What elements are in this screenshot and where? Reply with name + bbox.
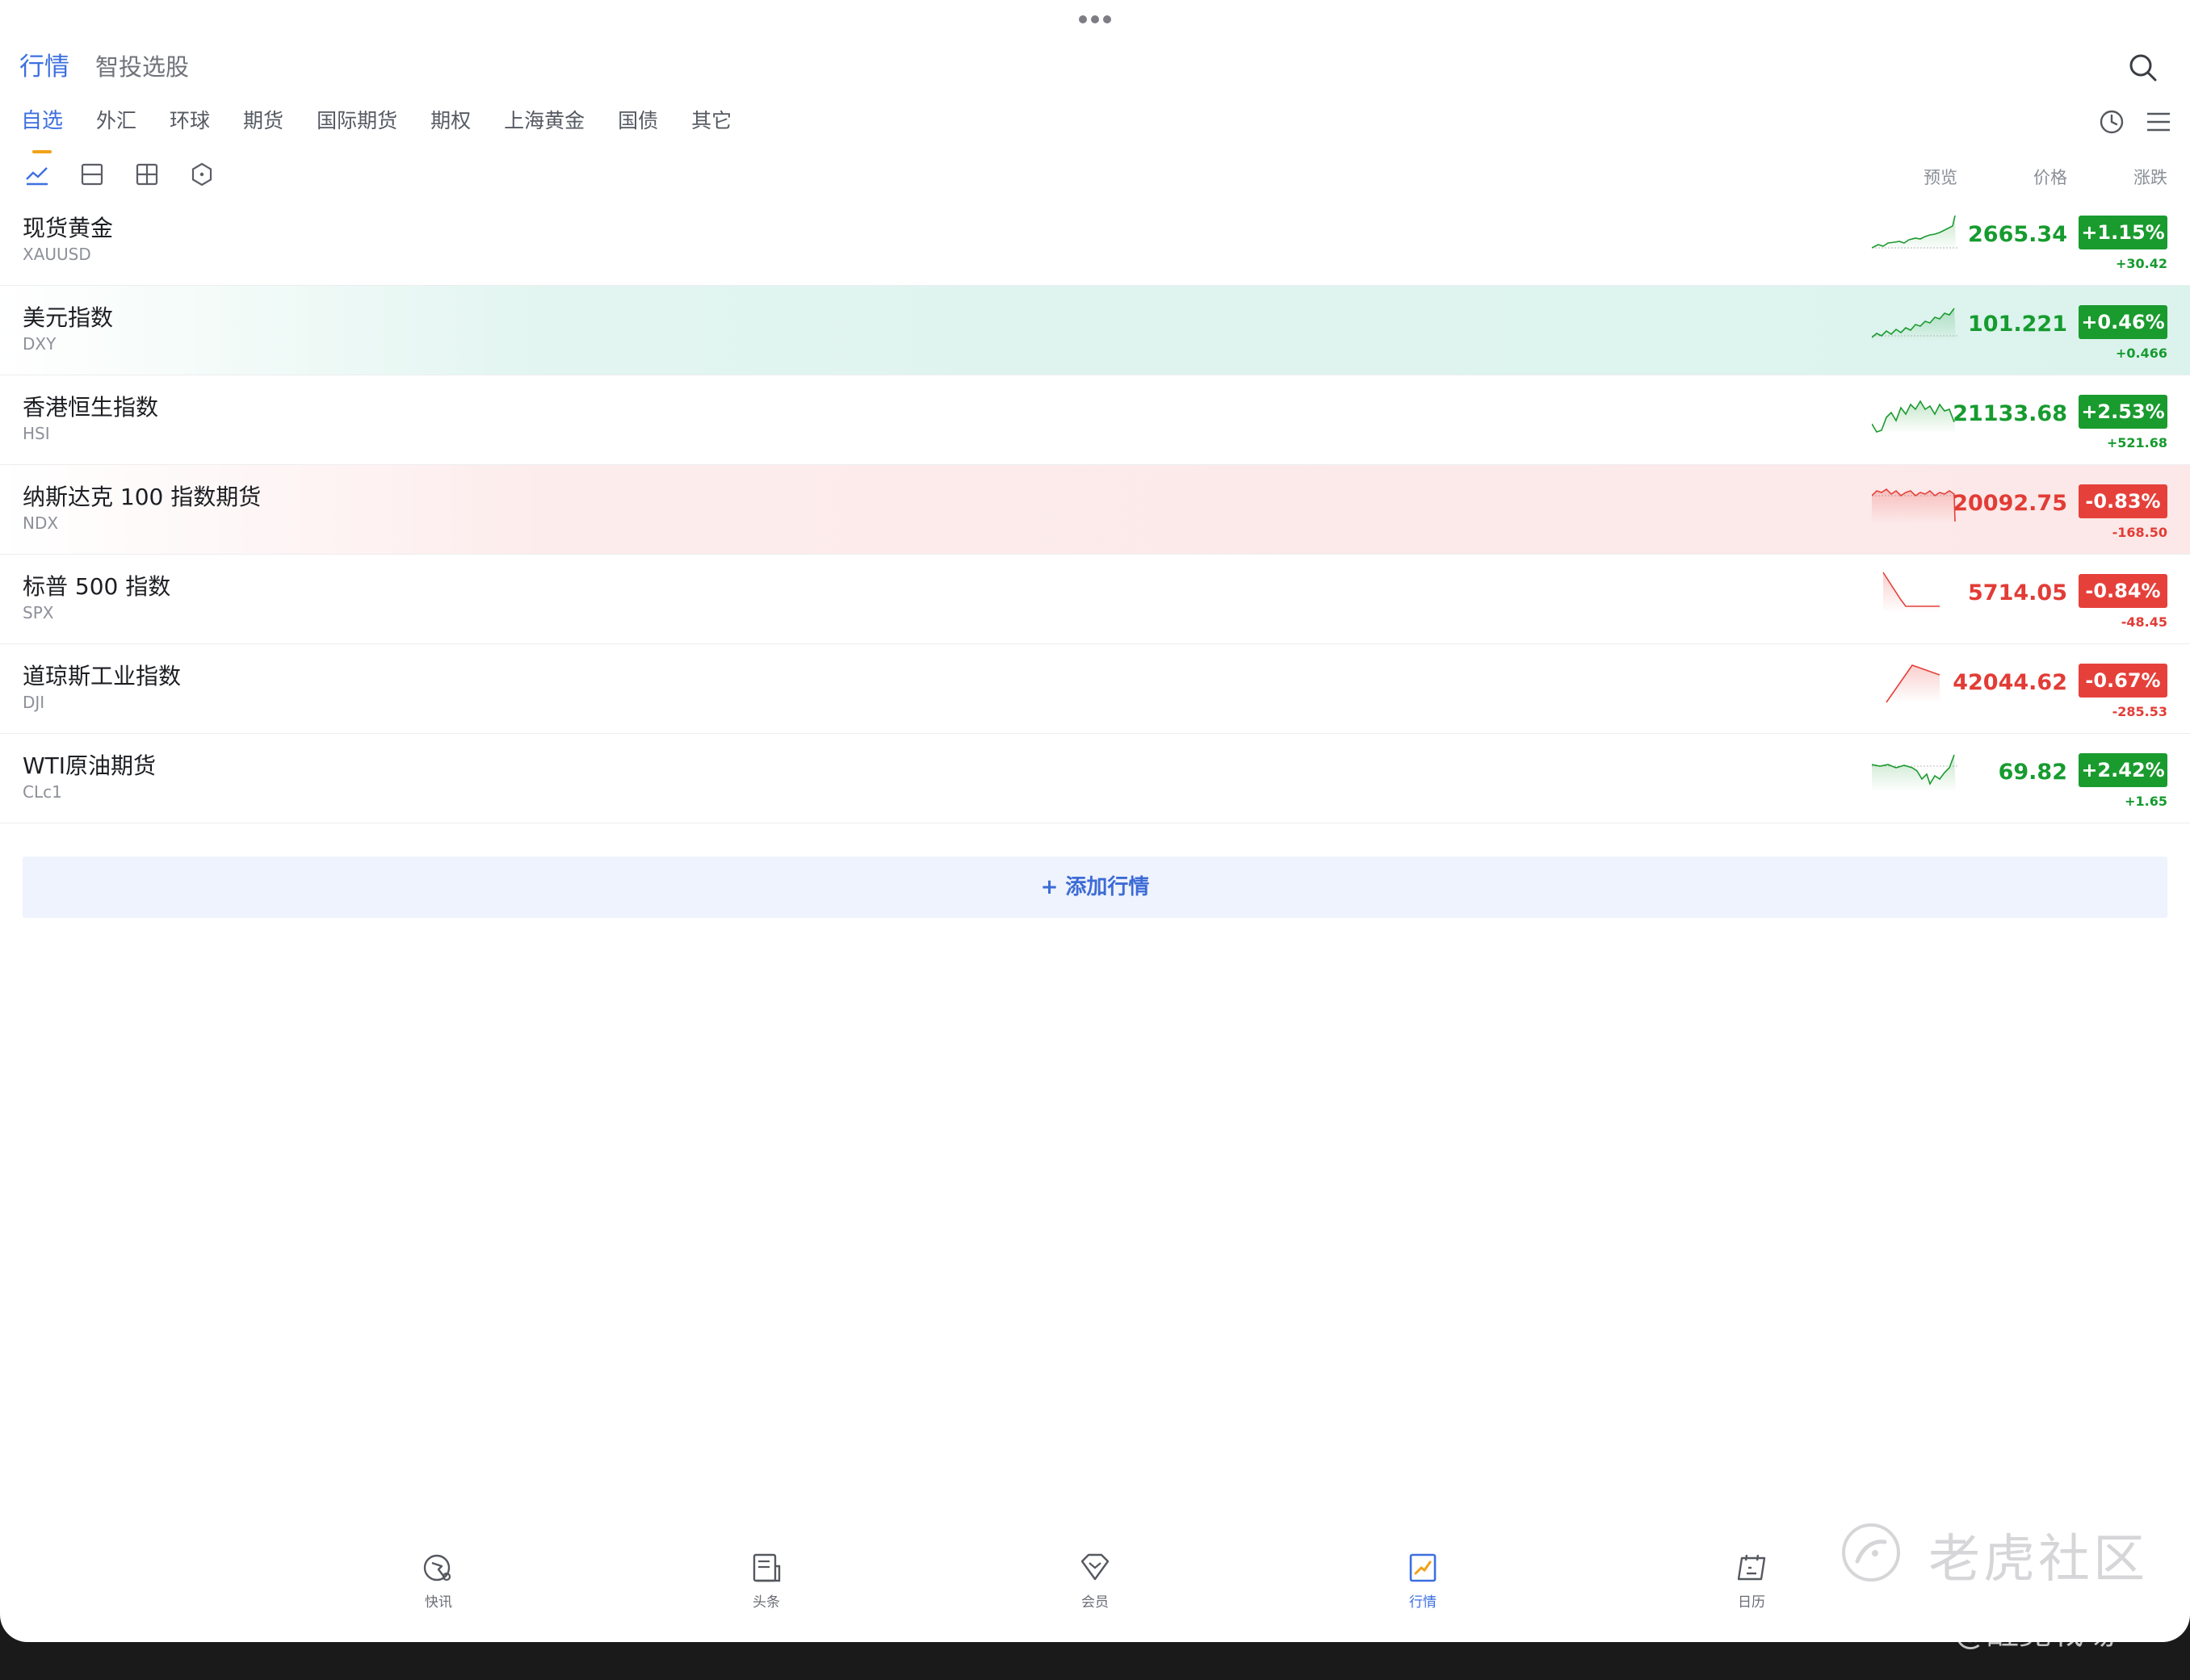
change-amount: +1.65 bbox=[2125, 794, 2167, 809]
instrument-code: XAUUSD bbox=[23, 245, 91, 264]
instrument-code: NDX bbox=[23, 513, 59, 533]
quote-row-dji[interactable]: 道琼斯工业指数 DJI 42044.62 -0.67% -285.53 bbox=[0, 644, 2190, 734]
column-change[interactable]: 涨跌 bbox=[2133, 165, 2167, 189]
instrument-code: HSI bbox=[23, 424, 50, 443]
instrument-name: 现货黄金 bbox=[23, 215, 114, 241]
nav-label: 日历 bbox=[1738, 1594, 1765, 1611]
instrument-name: 美元指数 bbox=[23, 304, 114, 331]
line-chart-view-icon[interactable] bbox=[24, 161, 50, 187]
tab-others[interactable]: 其它 bbox=[691, 107, 732, 144]
tab-intl-futures[interactable]: 国际期货 bbox=[317, 107, 397, 144]
view-mode-switcher bbox=[24, 161, 244, 187]
tab-options[interactable]: 期权 bbox=[430, 107, 471, 144]
sparkline-chart bbox=[1872, 308, 1957, 341]
instrument-code: DJI bbox=[23, 693, 45, 712]
quote-row-dxy[interactable]: 美元指数 DXY 101.221 +0.46% +0.466 bbox=[0, 286, 2190, 375]
price-value: 42044.62 bbox=[1953, 670, 2067, 695]
instrument-code: SPX bbox=[23, 603, 54, 622]
clock-icon[interactable] bbox=[2098, 108, 2125, 136]
sparkline-chart bbox=[1872, 400, 1956, 434]
quote-row-hsi[interactable]: 香港恒生指数 HSI 21133.68 +2.53% +521.68 bbox=[0, 375, 2190, 465]
instrument-code: DXY bbox=[23, 334, 57, 354]
change-amount: +30.42 bbox=[2115, 256, 2167, 271]
list-view-icon[interactable] bbox=[79, 161, 105, 187]
sparkline-chart bbox=[1872, 215, 1957, 251]
instrument-name: WTI原油期货 bbox=[23, 752, 157, 779]
change-percent-badge[interactable]: +1.15% bbox=[2079, 216, 2167, 249]
change-percent-badge[interactable]: +2.53% bbox=[2079, 395, 2167, 429]
search-icon[interactable] bbox=[2127, 52, 2159, 84]
tab-watchlist[interactable]: 自选 bbox=[21, 107, 63, 153]
hexagon-view-icon[interactable] bbox=[189, 161, 215, 187]
nav-label: 快讯 bbox=[425, 1594, 452, 1611]
tab-global[interactable]: 环球 bbox=[170, 107, 210, 144]
change-amount: -48.45 bbox=[2121, 614, 2167, 630]
change-percent-badge[interactable]: +2.42% bbox=[2079, 753, 2167, 787]
nav-headlines[interactable]: 头条 bbox=[718, 1550, 815, 1611]
market-chart-icon bbox=[1409, 1553, 1437, 1582]
instrument-name: 道琼斯工业指数 bbox=[23, 663, 182, 689]
price-value: 69.82 bbox=[1998, 760, 2067, 785]
nav-label: 行情 bbox=[1409, 1594, 1437, 1611]
price-value: 101.221 bbox=[1968, 312, 2067, 337]
column-preview: 预览 bbox=[1924, 168, 1957, 187]
tiger-logo-icon bbox=[1842, 1523, 1900, 1582]
sparkline-chart bbox=[1886, 664, 1940, 703]
menu-icon[interactable] bbox=[2145, 110, 2172, 134]
column-price[interactable]: 价格 bbox=[2033, 165, 2067, 189]
nav-calendar[interactable]: 日历 bbox=[1703, 1550, 1800, 1611]
nav-market[interactable]: 行情 bbox=[1374, 1550, 1471, 1611]
change-percent-badge[interactable]: -0.83% bbox=[2079, 484, 2167, 518]
quote-row-clc1[interactable]: WTI原油期货 CLc1 69.82 +2.42% +1.65 bbox=[0, 734, 2190, 823]
change-amount: +521.68 bbox=[2106, 435, 2167, 450]
grid-view-icon[interactable] bbox=[134, 161, 160, 187]
nav-label: 会员 bbox=[1081, 1594, 1109, 1611]
instrument-name: 香港恒生指数 bbox=[23, 394, 159, 421]
change-amount: -285.53 bbox=[2112, 704, 2167, 719]
price-value: 20092.75 bbox=[1953, 491, 2067, 516]
main-tabs: 行情 智投选股 bbox=[19, 47, 215, 84]
change-percent-badge[interactable]: -0.67% bbox=[2079, 664, 2167, 698]
add-quote-button[interactable]: + 添加行情 bbox=[23, 857, 2167, 918]
change-amount: +0.466 bbox=[2115, 346, 2167, 361]
tab-bonds[interactable]: 国债 bbox=[618, 107, 658, 144]
diamond-icon bbox=[1080, 1553, 1110, 1581]
change-percent-badge[interactable]: -0.84% bbox=[2079, 574, 2167, 608]
calendar-icon bbox=[1737, 1554, 1766, 1581]
tab-shanghai-gold[interactable]: 上海黄金 bbox=[504, 107, 585, 144]
price-value: 21133.68 bbox=[1953, 401, 2067, 426]
sparkline-chart bbox=[1872, 754, 1957, 792]
window-grabber[interactable] bbox=[1079, 13, 1111, 26]
app-window: 行情 智投选股 自选 外汇 环球 期货 国际期货 期权 上海黄金 国债 其它 预… bbox=[0, 0, 2190, 1642]
tab-futures[interactable]: 期货 bbox=[243, 107, 283, 144]
tab-market[interactable]: 行情 bbox=[19, 50, 69, 84]
instrument-name: 标普 500 指数 bbox=[23, 573, 171, 600]
change-amount: -168.50 bbox=[2112, 525, 2167, 540]
price-value: 2665.34 bbox=[1968, 222, 2067, 247]
tab-forex[interactable]: 外汇 bbox=[96, 107, 136, 144]
sparkline-chart bbox=[1882, 572, 1940, 613]
quote-row-xauusd[interactable]: 现货黄金 XAUUSD 2665.34 +1.15% +30.42 bbox=[0, 196, 2190, 286]
price-value: 5714.05 bbox=[1968, 580, 2067, 605]
nav-flash-news[interactable]: 快讯 bbox=[390, 1550, 487, 1611]
sparkline-chart bbox=[1872, 488, 1957, 523]
quote-row-ndx[interactable]: 纳斯达克 100 指数期货 NDX 20092.75 -0.83% -168.5… bbox=[0, 465, 2190, 555]
nav-label: 头条 bbox=[753, 1594, 780, 1611]
headline-icon bbox=[753, 1553, 781, 1582]
flash-news-icon bbox=[423, 1554, 451, 1582]
tab-smart-picks[interactable]: 智投选股 bbox=[95, 50, 189, 84]
watermark-brand: 老虎社区 bbox=[1928, 1530, 2148, 1590]
quote-row-spx[interactable]: 标普 500 指数 SPX 5714.05 -0.84% -48.45 bbox=[0, 555, 2190, 644]
nav-membership[interactable]: 会员 bbox=[1047, 1550, 1143, 1611]
watermark-username: @醒覺戰場 bbox=[1954, 1615, 2116, 1652]
instrument-code: CLc1 bbox=[23, 782, 62, 802]
change-percent-badge[interactable]: +0.46% bbox=[2079, 305, 2167, 339]
instrument-name: 纳斯达克 100 指数期货 bbox=[23, 484, 262, 510]
category-tabs: 自选 外汇 环球 期货 国际期货 期权 上海黄金 国债 其它 bbox=[21, 107, 765, 153]
